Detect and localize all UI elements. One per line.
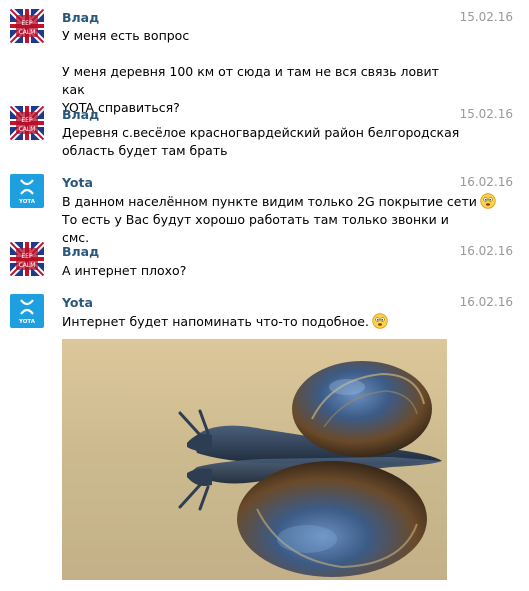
sender-name[interactable]: Влад [62,107,99,122]
message-line: В данном населённом пункте видим только … [62,194,477,209]
avatar[interactable]: EEP CALM [10,9,44,43]
message-date[interactable]: 16.02.16 [460,175,513,189]
emoji-face-icon [372,313,388,329]
avatar[interactable]: YOTA [10,174,44,208]
message-line: область будет там брать [62,143,228,158]
svg-text:EEP: EEP [21,20,33,27]
sender-name[interactable]: Влад [62,10,99,25]
message-date[interactable]: 16.02.16 [460,295,513,309]
svg-text:EEP: EEP [21,117,33,124]
message-date[interactable]: 15.02.16 [460,107,513,121]
avatar[interactable]: EEP CALM [10,106,44,140]
svg-text:YOTA: YOTA [18,199,36,205]
message-line: YOTA справиться? [62,100,180,115]
sender-name[interactable]: Yota [62,295,93,310]
yota-logo-icon: YOTA [10,294,44,328]
yota-logo-icon: YOTA [10,174,44,208]
message-line: У меня есть вопрос [62,28,190,43]
message-text: Деревня с.весёлое красногвардейский райо… [62,124,462,160]
message-text: Интернет будет напоминать что-то подобно… [62,313,462,331]
svg-text:YOTA: YOTA [18,319,36,325]
message-text: У меня есть вопрос У меня деревня 100 км… [62,27,462,117]
message-line: А интернет плохо? [62,263,187,278]
svg-text:EEP: EEP [21,253,33,260]
avatar[interactable]: EEP CALM [10,242,44,276]
message-text: В данном населённом пункте видим только … [62,193,496,247]
snail-photo-image [62,339,447,580]
snail-photo[interactable] [62,339,447,580]
keep-calm-uk-flag-icon: EEP CALM [10,242,44,276]
message-date[interactable]: 15.02.16 [460,10,513,24]
keep-calm-uk-flag-icon: EEP CALM [10,9,44,43]
message-line: Интернет будет напоминать что-то подобно… [62,314,369,329]
svg-text:CALM: CALM [19,29,36,36]
keep-calm-uk-flag-icon: EEP CALM [10,106,44,140]
emoji-face-icon [480,193,496,209]
sender-name[interactable]: Влад [62,244,99,259]
svg-text:CALM: CALM [19,262,36,269]
sender-name[interactable]: Yota [62,175,93,190]
svg-text:CALM: CALM [19,126,36,133]
message-text: А интернет плохо? [62,262,462,280]
message-line: То есть у Вас будут хорошо работать там … [62,212,449,245]
message-line: Деревня с.весёлое красногвардейский райо… [62,125,460,140]
message-date[interactable]: 16.02.16 [460,244,513,258]
avatar[interactable]: YOTA [10,294,44,328]
message-line: У меня деревня 100 км от сюда и там не в… [62,64,439,97]
